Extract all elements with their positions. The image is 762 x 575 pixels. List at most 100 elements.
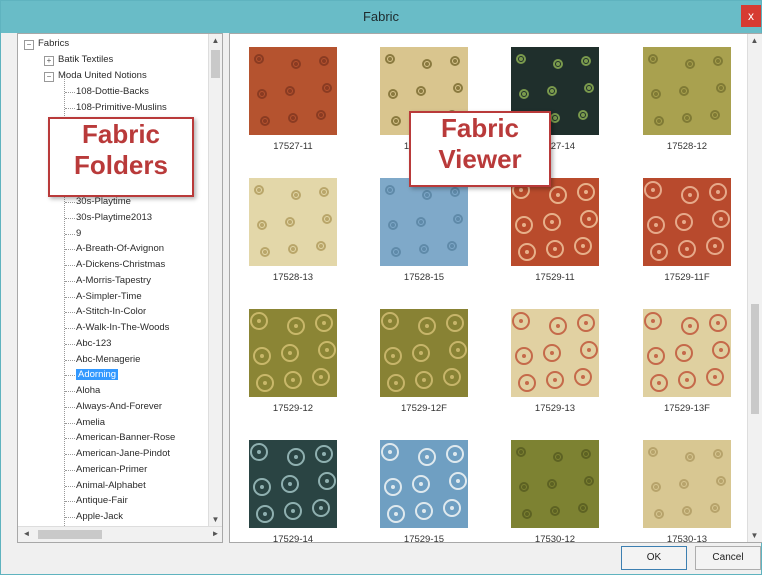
tree-item-label: Batik Textiles bbox=[58, 54, 114, 65]
tree-item-folder[interactable]: American-Primer bbox=[76, 462, 147, 478]
tree-item-label: Adorning bbox=[76, 369, 119, 381]
tree-scroll-thumb[interactable] bbox=[211, 50, 220, 78]
tree-item-folder[interactable]: Always-And-Forever bbox=[76, 399, 162, 415]
tree-item-folder[interactable]: Animal-Alphabet bbox=[76, 478, 146, 494]
fabric-swatch[interactable] bbox=[380, 178, 468, 266]
tree-item-folder[interactable]: A-Dickens-Christmas bbox=[76, 257, 165, 273]
tree-item-folder[interactable]: 108-Primitive-Muslins bbox=[76, 100, 167, 116]
tree-item-folder[interactable]: Abc-123 bbox=[76, 336, 111, 352]
tree-connector bbox=[65, 343, 75, 345]
tree-item-folder[interactable]: Apple-Jack bbox=[76, 509, 123, 525]
scroll-down-icon[interactable]: ▼ bbox=[209, 515, 222, 524]
tree-connector bbox=[65, 217, 75, 219]
fabric-label: 17529-15 bbox=[403, 534, 445, 543]
window-title: Fabric bbox=[362, 9, 400, 24]
fabric-label: 17529-14 bbox=[272, 534, 314, 543]
fabric-swatch[interactable] bbox=[511, 309, 599, 397]
fabric-swatch[interactable] bbox=[511, 178, 599, 266]
tree-item-folder[interactable]: Adorning bbox=[76, 367, 119, 383]
tree-item-folder[interactable]: A-Breath-Of-Avignon bbox=[76, 241, 164, 257]
tree-item-folder[interactable]: A-Simpler-Time bbox=[76, 289, 142, 305]
tree-item-batik-textiles[interactable]: Batik Textiles bbox=[58, 52, 113, 68]
tree-item-label: Aloha bbox=[76, 385, 101, 396]
tree-item-label: Abc-Menagerie bbox=[76, 353, 141, 365]
tree-item-folder[interactable]: 30s-Playtime2013 bbox=[76, 210, 152, 226]
tree-item-label: 108-Primitive-Muslins bbox=[76, 102, 167, 113]
tree-connector bbox=[65, 249, 75, 251]
tree-item-folder[interactable]: A-Morris-Tapestry bbox=[76, 273, 151, 289]
cancel-button[interactable]: Cancel bbox=[695, 546, 761, 570]
tree-connector bbox=[65, 296, 75, 298]
tree-connector bbox=[65, 375, 75, 377]
fabric-viewer[interactable]: ▲ ▼ 17527-1117527-1217527-1417528-121752… bbox=[229, 33, 762, 543]
tree-item-folder[interactable]: A-Stitch-In-Color bbox=[76, 304, 146, 320]
fabric-label: 17528-12 bbox=[666, 141, 708, 152]
tree-item-folder[interactable]: American-Banner-Rose bbox=[76, 430, 175, 446]
fabric-swatch[interactable] bbox=[380, 440, 468, 528]
fabric-swatch[interactable] bbox=[249, 178, 337, 266]
viewer-scroll-down-icon[interactable]: ▼ bbox=[748, 531, 761, 540]
tree-item-label: Animal-Alphabet bbox=[76, 479, 146, 491]
tree-item-label: A-Breath-Of-Avignon bbox=[76, 243, 165, 255]
tree-item-label: A-Morris-Tapestry bbox=[76, 274, 151, 286]
tree-connector bbox=[65, 328, 75, 329]
fabric-label: 17529-13 bbox=[534, 403, 576, 414]
tree-item-folder[interactable]: 9 bbox=[76, 226, 81, 242]
fabric-swatch[interactable] bbox=[249, 47, 337, 135]
tree-item-label: Abc-123 bbox=[76, 337, 112, 349]
tree-connector bbox=[65, 359, 75, 361]
ok-button[interactable]: OK bbox=[621, 546, 687, 570]
fabric-swatch[interactable] bbox=[380, 309, 468, 397]
tree-item-folder[interactable]: Antique-Fair bbox=[76, 493, 128, 509]
tree-connector bbox=[65, 280, 75, 282]
tree-hscroll-thumb[interactable] bbox=[38, 530, 102, 539]
expand-icon[interactable]: + bbox=[44, 56, 54, 66]
tree-connector bbox=[65, 202, 75, 203]
fabric-label: 17529-13F bbox=[664, 403, 710, 414]
fabric-swatch[interactable] bbox=[643, 178, 731, 266]
tree-item-label: Amelia bbox=[76, 416, 106, 428]
collapse-icon[interactable]: − bbox=[24, 40, 34, 50]
fabric-label: 17527-11 bbox=[273, 141, 313, 152]
close-icon[interactable]: x bbox=[741, 5, 761, 27]
tree-item-folder[interactable]: Aloha bbox=[76, 383, 100, 399]
fabric-swatch[interactable] bbox=[249, 440, 337, 528]
tree-item-label: Moda United Notions bbox=[58, 70, 147, 81]
callout-line: Folders bbox=[74, 150, 168, 180]
tree-item-label: A-Dickens-Christmas bbox=[76, 259, 166, 270]
tree-item-label: 30s-Playtime bbox=[76, 196, 131, 207]
fabric-folder-tree[interactable]: ▲ ▼ ◄ ► − Fabrics + Batik Textiles − Moda Uni… bbox=[17, 33, 223, 543]
fabric-swatch[interactable] bbox=[643, 47, 731, 135]
viewer-scroll-up-icon[interactable]: ▲ bbox=[748, 36, 761, 45]
viewer-vertical-scrollbar[interactable]: ▲ ▼ bbox=[747, 34, 762, 542]
tree-connector bbox=[65, 485, 75, 487]
tree-item-folder[interactable]: American-Jane-Pindot bbox=[76, 446, 170, 462]
tree-item-fabrics[interactable]: Fabrics bbox=[38, 36, 69, 52]
fabric-swatch[interactable] bbox=[643, 309, 731, 397]
tree-item-folder[interactable]: A-Walk-In-The-Woods bbox=[76, 320, 169, 336]
scroll-left-icon[interactable]: ◄ bbox=[20, 529, 33, 538]
fabric-swatch[interactable] bbox=[643, 440, 731, 528]
tree-connector bbox=[65, 108, 75, 109]
fabric-swatch[interactable] bbox=[249, 309, 337, 397]
collapse-icon[interactable]: − bbox=[44, 72, 54, 82]
tree-item-folder[interactable]: 108-Dottie-Backs bbox=[76, 84, 149, 100]
fabric-swatch[interactable] bbox=[511, 440, 599, 528]
scroll-up-icon[interactable]: ▲ bbox=[209, 36, 222, 45]
fabric-label: 17528-15 bbox=[403, 272, 445, 283]
tree-horizontal-scrollbar[interactable]: ◄ ► bbox=[18, 526, 222, 542]
viewer-scroll-thumb[interactable] bbox=[751, 304, 759, 414]
tree-item-label: Always-And-Forever bbox=[76, 400, 163, 412]
tree-item-folder[interactable]: Abc-Menagerie bbox=[76, 352, 140, 368]
title-bar[interactable]: Fabric x bbox=[1, 1, 761, 33]
tree-connector bbox=[65, 265, 75, 266]
tree-item-moda-united-notions[interactable]: Moda United Notions bbox=[58, 68, 147, 84]
fabric-label: 17530-13 bbox=[666, 534, 708, 543]
tree-item-label: Fabrics bbox=[38, 38, 70, 49]
tree-item-folder[interactable]: Amelia bbox=[76, 415, 105, 431]
tree-connector bbox=[65, 233, 75, 235]
scroll-right-icon[interactable]: ► bbox=[209, 529, 222, 538]
fabric-folders-callout: Fabric Folders bbox=[48, 117, 194, 197]
tree-vertical-scrollbar[interactable]: ▲ ▼ bbox=[208, 34, 222, 526]
tree-item-label: A-Walk-In-The-Woods bbox=[76, 322, 170, 333]
